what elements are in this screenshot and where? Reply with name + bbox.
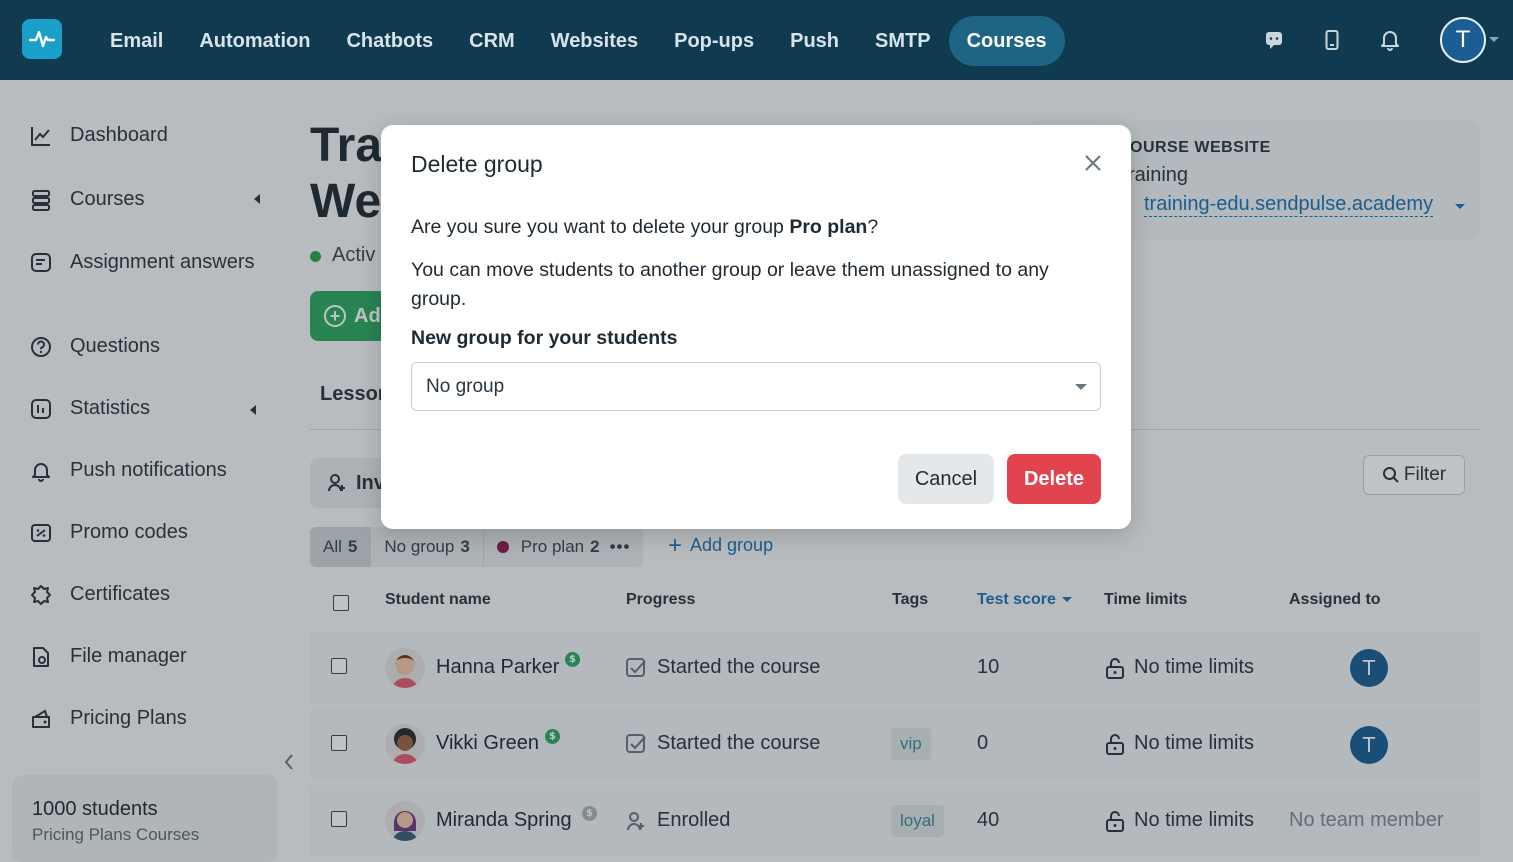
user-avatar[interactable]: T [1440,17,1486,63]
nav-crm[interactable]: CRM [451,16,533,66]
nav-email[interactable]: Email [92,16,181,66]
new-group-label: New group for your students [411,327,678,349]
chevron-down-icon [1075,384,1087,390]
dialog-description: You can move students to another group o… [411,259,1049,310]
chevron-down-icon[interactable] [1489,37,1499,42]
close-icon[interactable] [1083,153,1103,173]
delete-button[interactable]: Delete [1007,454,1101,504]
top-icons [1260,26,1404,54]
nav-chatbots[interactable]: Chatbots [328,16,451,66]
nav-courses[interactable]: Courses [948,16,1065,66]
group-name: Pro plan [789,216,868,238]
mobile-app-icon[interactable] [1318,26,1346,54]
nav-push[interactable]: Push [772,16,857,66]
nav-popups[interactable]: Pop-ups [656,16,772,66]
main-nav: Email Automation Chatbots CRM Websites P… [92,16,1065,66]
cancel-button[interactable]: Cancel [898,454,994,504]
notifications-bell-icon[interactable] [1376,26,1404,54]
nav-websites[interactable]: Websites [533,16,656,66]
top-navbar: Email Automation Chatbots CRM Websites P… [0,0,1513,80]
nav-smtp[interactable]: SMTP [857,16,949,66]
new-group-select[interactable]: No group [411,362,1101,411]
delete-group-dialog: Delete group Are you sure you want to de… [381,125,1131,529]
dialog-title: Delete group [411,151,543,177]
nav-automation[interactable]: Automation [181,16,328,66]
dialog-question: Are you sure you want to delete your gro… [411,216,879,238]
chat-support-icon[interactable] [1260,26,1288,54]
sendpulse-logo[interactable] [22,19,62,59]
